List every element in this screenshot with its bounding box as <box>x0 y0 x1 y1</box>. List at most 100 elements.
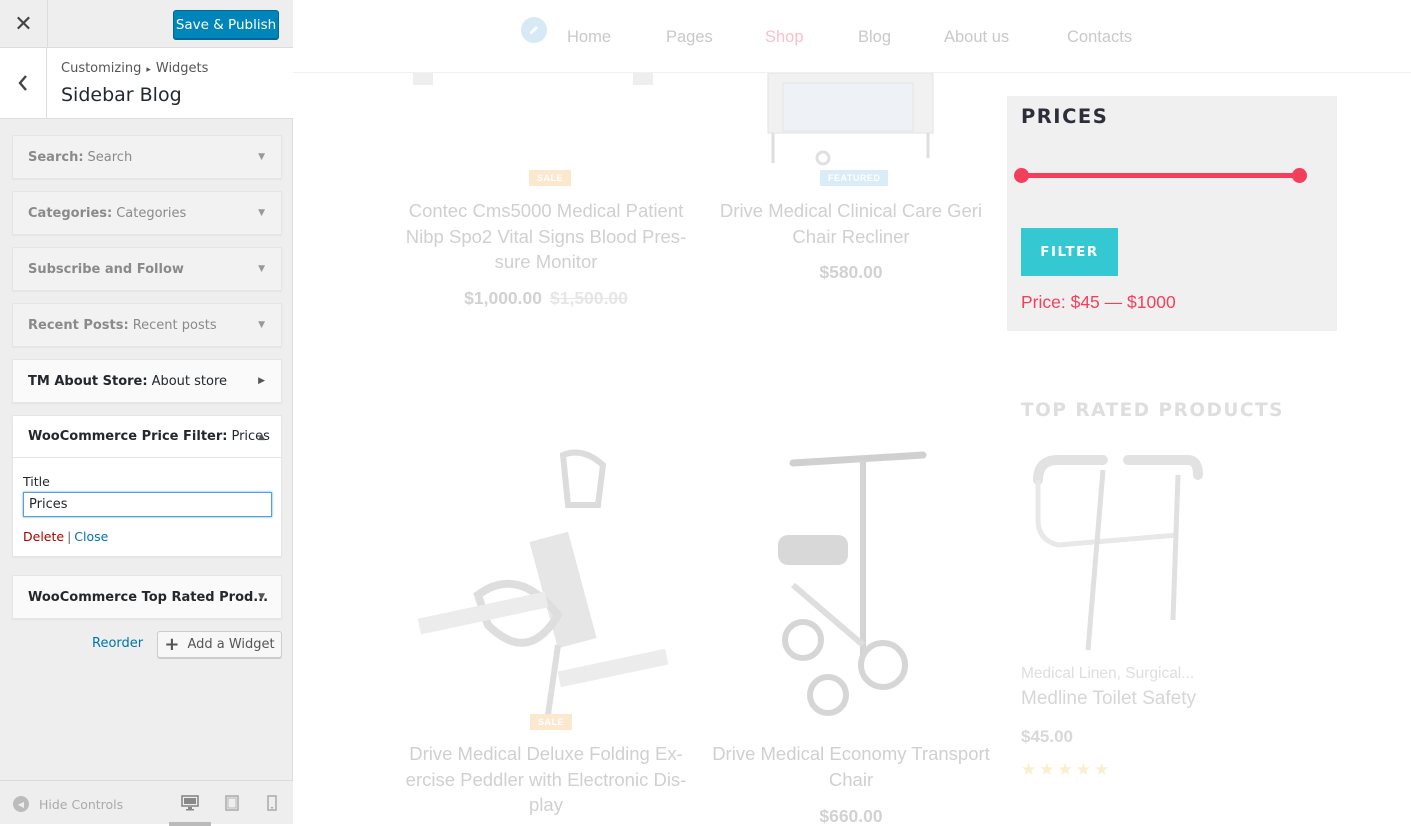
filter-button[interactable]: FILTER <box>1021 228 1118 276</box>
transport-chair-image <box>778 451 927 716</box>
add-widget-button[interactable]: + Add a Widget <box>157 631 282 658</box>
widget-header[interactable]: Subscribe and Follow ▼ <box>13 248 281 290</box>
site-preview: SALE FEATURED Contec Cms5000 Medical Pat… <box>293 0 1411 824</box>
product-title[interactable]: Drive Medical Economy Transport Chair <box>708 741 994 792</box>
expand-arrow-icon: ▼ <box>258 208 265 218</box>
nav-blog[interactable]: Blog <box>858 28 891 47</box>
save-publish-button[interactable]: Save & Publish <box>173 10 279 39</box>
product-title[interactable]: Drive Medical Deluxe Folding Ex-ercise P… <box>403 741 689 818</box>
reorder-link[interactable]: Reorder <box>92 636 143 651</box>
widget-actions: Delete | Close <box>23 529 271 544</box>
price-slider-max-handle[interactable] <box>1292 168 1307 183</box>
widget-title: Search <box>87 149 133 165</box>
top-rated-category[interactable]: Medical Linen, Surgical... <box>1021 665 1194 683</box>
widget-type: Search: <box>28 149 84 165</box>
chevron-left-icon <box>18 75 27 91</box>
plus-icon: + <box>164 634 180 655</box>
product-price: $660.00 <box>819 806 883 824</box>
nav-pages[interactable]: Pages <box>666 28 713 47</box>
product-price: $1,000.00 $1,500.00 <box>403 288 689 309</box>
section-title: Sidebar Blog <box>61 84 182 106</box>
sale-badge: SALE <box>530 714 573 730</box>
widget-search[interactable]: Search: Search ▼ <box>12 135 282 179</box>
widget-header[interactable]: WooCommerce Price Filter: Prices ▲ <box>13 416 281 458</box>
product-image-partial <box>413 73 653 85</box>
customizer-panel: ✕ Save & Publish Customizing ▸ Widgets Sid… <box>0 0 293 826</box>
breadcrumb-separator: ▸ <box>146 65 151 75</box>
breadcrumb-section: Widgets <box>155 61 209 76</box>
old-price: $1,500.00 <box>550 288 628 308</box>
section-header: Customizing ▸ Widgets Sidebar Blog <box>0 48 293 119</box>
widget-top-rated[interactable]: WooCommerce Top Rated Prod... ▼ <box>12 575 282 619</box>
price-filter-title: PRICES <box>1021 105 1109 128</box>
widget-type: Subscribe and Follow <box>28 261 184 277</box>
exercise-peddler-image <box>417 449 669 716</box>
close-link[interactable]: Close <box>74 529 108 544</box>
expand-arrow-icon: ▼ <box>258 152 265 162</box>
breadcrumb: Customizing ▸ Widgets <box>61 61 208 76</box>
nav-about-us[interactable]: About us <box>944 28 1009 47</box>
back-button[interactable] <box>0 48 47 118</box>
title-field-label: Title <box>23 474 50 489</box>
breadcrumb-root: Customizing <box>61 61 142 76</box>
toilet-safety-image <box>1033 455 1203 651</box>
widget-header[interactable]: Search: Search ▼ <box>13 136 281 178</box>
edit-shortcut-button[interactable] <box>521 17 547 43</box>
current-price: $1,000.00 <box>464 288 542 308</box>
widget-type: WooCommerce Price Filter: <box>28 429 228 444</box>
top-rated-product-price: $45.00 <box>1021 727 1073 746</box>
mobile-preview-button[interactable] <box>266 795 286 815</box>
add-widget-label: Add a Widget <box>187 637 275 652</box>
product-title[interactable]: Contec Cms5000 Medical Patient Nibp Spo2… <box>403 198 689 275</box>
customizer-footer: ◀ Hide Controls <box>0 780 293 826</box>
widget-header[interactable]: TM About Store: About store ▶ <box>13 360 281 402</box>
tablet-preview-button[interactable] <box>224 795 244 815</box>
nav-shop[interactable]: Shop <box>765 28 804 47</box>
sale-badge: SALE <box>529 170 572 186</box>
widget-type: Categories: <box>28 205 113 221</box>
widget-header[interactable]: WooCommerce Top Rated Prod... ▼ <box>13 576 281 618</box>
widget-title: Categories <box>116 205 187 221</box>
expand-arrow-icon: ▼ <box>258 320 265 330</box>
close-customizer-button[interactable]: ✕ <box>0 0 48 48</box>
widget-recent-posts[interactable]: Recent Posts: Recent posts ▼ <box>12 303 282 347</box>
top-rated-product-name[interactable]: Medline Toilet Safety <box>1021 688 1196 710</box>
collapse-arrow-icon: ▲ <box>258 431 265 442</box>
desktop-icon <box>181 795 199 811</box>
desktop-preview-button[interactable] <box>169 795 211 826</box>
widget-about-store[interactable]: TM About Store: About store ▶ <box>12 359 282 403</box>
expand-arrow-icon: ▼ <box>258 592 265 602</box>
tablet-icon <box>225 795 239 811</box>
expand-arrow-icon: ▶ <box>258 376 265 386</box>
mobile-icon <box>267 795 277 811</box>
action-separator: | <box>67 529 72 544</box>
product-title[interactable]: Drive Medical Clinical Care Geri Chair R… <box>716 198 986 249</box>
nav-contacts[interactable]: Contacts <box>1067 28 1132 47</box>
price-slider-min-handle[interactable] <box>1014 168 1029 183</box>
title-field[interactable] <box>23 492 272 517</box>
widget-categories[interactable]: Categories: Categories ▼ <box>12 191 282 235</box>
hide-controls-label: Hide Controls <box>39 796 124 812</box>
widget-subscribe-follow[interactable]: Subscribe and Follow ▼ <box>12 247 282 291</box>
widget-title: Recent posts <box>132 317 217 333</box>
widget-type: Recent Posts: <box>28 317 129 333</box>
widget-type: TM About Store: <box>28 373 148 389</box>
top-rated-title: TOP RATED PRODUCTS <box>1021 400 1284 421</box>
widget-form: Title Delete|Close <box>13 458 281 556</box>
widget-type: WooCommerce Top Rated Prod... <box>28 589 269 605</box>
customizer-header: ✕ Save & Publish <box>0 0 293 48</box>
hide-controls-button[interactable]: ◀ Hide Controls <box>13 796 123 812</box>
delete-link[interactable]: Delete <box>23 529 64 544</box>
product-price: $580.00 <box>819 262 883 282</box>
rating-stars: ★★★★★ <box>1021 760 1113 780</box>
geri-chair-image <box>767 73 934 166</box>
pencil-icon <box>530 26 538 34</box>
price-slider-track[interactable] <box>1021 173 1299 178</box>
expand-arrow-icon: ▼ <box>258 264 265 274</box>
nav-home[interactable]: Home <box>567 28 611 47</box>
collapse-icon: ◀ <box>13 796 29 812</box>
price-range-label: Price: $45 — $1000 <box>1021 292 1176 312</box>
widget-price-filter[interactable]: WooCommerce Price Filter: Prices ▲ Title … <box>12 415 282 557</box>
widget-header[interactable]: Categories: Categories ▼ <box>13 192 281 234</box>
widget-header[interactable]: Recent Posts: Recent posts ▼ <box>13 304 281 346</box>
